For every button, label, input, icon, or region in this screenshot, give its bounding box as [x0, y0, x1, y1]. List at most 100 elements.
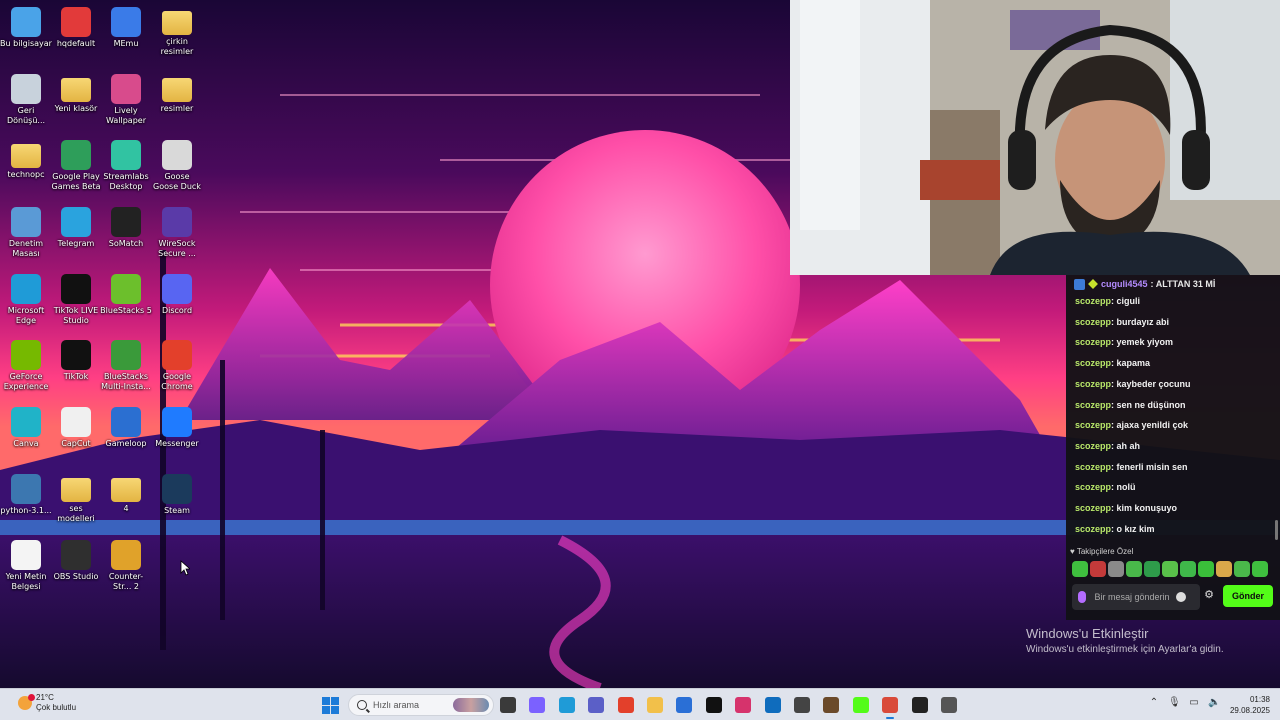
desktop-icon-technopc[interactable]: technopc	[0, 140, 52, 180]
edge-icon[interactable]	[558, 697, 575, 713]
chat-username[interactable]: cuguli4545	[1101, 279, 1148, 289]
outlook-icon[interactable]	[764, 697, 781, 713]
desktop-icon-geforce-experience[interactable]: GeForce Experience	[0, 340, 52, 392]
start-menu-button[interactable]	[322, 697, 339, 714]
desktop-icon-somatch[interactable]: SoMatch	[100, 207, 152, 249]
chat-username[interactable]: scozepp	[1075, 503, 1111, 513]
wiresock-icon	[162, 207, 192, 237]
desktop-icon-ses-modelleri[interactable]: ses modelleri	[50, 474, 102, 524]
chevron-up-icon[interactable]: ⌃	[1148, 697, 1160, 709]
moderator-badge-icon	[1074, 278, 1085, 290]
desktop-icon-capcut[interactable]: CapCut	[50, 407, 102, 449]
desktop-icon-geri-dönüşü[interactable]: Geri Dönüşü...	[0, 74, 52, 126]
desktop-icon-bluestacks-multi-insta[interactable]: BlueStacks Multi-Insta...	[100, 340, 152, 392]
chat-username[interactable]: scozepp	[1075, 296, 1111, 306]
chat-username[interactable]: scozepp	[1075, 337, 1111, 347]
desktop-icon-google-play-games-beta[interactable]: Google Play Games Beta	[50, 140, 102, 192]
desktop-icon-tiktok[interactable]: TikTok	[50, 340, 102, 382]
kick-icon[interactable]	[852, 697, 869, 713]
chat-username[interactable]: scozepp	[1075, 441, 1111, 451]
game-controller-icon[interactable]	[794, 697, 810, 713]
activate-windows-watermark: Windows'u Etkinleştir Windows'u etkinleş…	[1026, 626, 1224, 655]
emote-icon[interactable]	[1198, 561, 1214, 577]
weather-cloud-sun-icon	[18, 694, 35, 710]
network-icon[interactable]: ▭	[1188, 697, 1200, 709]
tiktok-icon[interactable]	[705, 697, 722, 713]
emote-icon[interactable]	[1252, 561, 1268, 577]
chat-username[interactable]: scozepp	[1075, 317, 1111, 327]
chrome-profile-icon[interactable]	[882, 697, 899, 719]
desktop-icon-yeni-metin-belgesi[interactable]: Yeni Metin Belgesi	[0, 540, 52, 592]
emote-icon[interactable]	[1162, 561, 1178, 577]
desktop-icon-canva[interactable]: Canva	[0, 407, 52, 449]
chat-text: : burdayız abi	[1111, 316, 1170, 327]
volume-icon[interactable]: 🔈	[1208, 697, 1220, 709]
desktop-icon-label: BlueStacks 5	[100, 306, 152, 315]
desktop-icon-steam[interactable]: Steam	[151, 474, 203, 516]
chat-settings-gear-icon[interactable]: ⚙	[1202, 588, 1216, 602]
copilot-icon[interactable]	[529, 697, 546, 713]
teams-icon[interactable]	[588, 697, 605, 713]
microphone-tray-icon[interactable]: 🎙	[1168, 697, 1181, 709]
desktop-icon-denetim-masası[interactable]: Denetim Masası	[0, 207, 52, 259]
desktop-icon-memu[interactable]: MEmu	[100, 7, 152, 49]
desktop-icon-telegram[interactable]: Telegram	[50, 207, 102, 249]
chat-username[interactable]: scozepp	[1075, 420, 1111, 430]
lively-wallpaper-icon	[111, 74, 141, 104]
desktop-icon-bluestacks-5[interactable]: BlueStacks 5	[100, 274, 152, 316]
emote-icon[interactable]	[1180, 561, 1196, 577]
emoji-picker-icon[interactable]	[1176, 592, 1186, 602]
desktop-icon-4[interactable]: 4	[100, 474, 152, 514]
desktop-icon-label: 4	[123, 504, 129, 513]
chrome-icon[interactable]	[617, 697, 634, 713]
chat-username[interactable]: scozepp	[1075, 379, 1111, 389]
chat-text: : ah ah	[1111, 440, 1141, 451]
emote-icon[interactable]	[1090, 561, 1106, 577]
emote-icon[interactable]	[1108, 561, 1124, 577]
settings-icon[interactable]	[941, 697, 957, 713]
desktop-icon-bu-bilgisayar[interactable]: Bu bilgisayar	[0, 7, 52, 49]
desktop-icon-resimler[interactable]: resimler	[151, 74, 203, 114]
file-explorer-icon[interactable]	[647, 697, 663, 713]
taskbar-search-box[interactable]: Hızlı arama	[348, 694, 494, 716]
chat-text: : nolü	[1111, 482, 1136, 493]
emote-icon[interactable]	[1216, 561, 1232, 577]
microphone-icon[interactable]	[1078, 591, 1086, 603]
desktop-icon-microsoft-edge[interactable]: Microsoft Edge	[0, 274, 52, 326]
emote-icon[interactable]	[1126, 561, 1142, 577]
send-message-button[interactable]: Gönder	[1223, 585, 1273, 607]
terminal-icon[interactable]	[911, 697, 928, 713]
desktop-icon-discord[interactable]: Discord	[151, 274, 203, 316]
desktop-icon-tiktok-live-studio[interactable]: TikTok LIVE Studio	[50, 274, 102, 326]
desktop-icon-lively-wallpaper[interactable]: Lively Wallpaper	[100, 74, 152, 126]
desktop-icon-python-3-1[interactable]: python-3.1...	[0, 474, 52, 516]
instagram-icon[interactable]	[735, 697, 752, 713]
chat-username[interactable]: scozepp	[1075, 462, 1111, 472]
desktop-icon-messenger[interactable]: Messenger	[151, 407, 203, 449]
chat-message-input[interactable]: Bir mesaj gönderin	[1072, 584, 1200, 610]
minecraft-icon[interactable]	[823, 697, 840, 713]
desktop-icon-wiresock-secure[interactable]: WireSock Secure ...	[151, 207, 203, 259]
weather-widget[interactable]: 21°C Çok bulutlu	[18, 693, 76, 713]
desktop-icon-goose-goose-duck[interactable]: Goose Goose Duck	[151, 140, 203, 192]
desktop-icon-streamlabs-desktop[interactable]: Streamlabs Desktop	[100, 140, 152, 192]
desktop-icon-çirkin-resimler[interactable]: çirkin resimler	[151, 7, 203, 57]
desktop-icon-obs-studio[interactable]: OBS Studio	[50, 540, 102, 582]
taskbar-clock[interactable]: 01:38 29.08.2025	[1228, 694, 1270, 716]
chat-message: scozepp: o kız kim	[1075, 524, 1155, 534]
desktop-icon-hqdefault[interactable]: hqdefault	[50, 7, 102, 49]
task-view-icon[interactable]	[500, 697, 516, 713]
emote-icon[interactable]	[1144, 561, 1160, 577]
chat-username[interactable]: scozepp	[1075, 524, 1111, 534]
desktop-icon-counter-str-2[interactable]: Counter-Str... 2	[100, 540, 152, 592]
chat-username[interactable]: scozepp	[1075, 482, 1111, 492]
desktop-icon-yeni-klasör[interactable]: Yeni klasör	[50, 74, 102, 114]
chat-username[interactable]: scozepp	[1075, 358, 1111, 368]
desktop-icon-google-chrome[interactable]: Google Chrome	[151, 340, 203, 392]
emote-icon[interactable]	[1072, 561, 1088, 577]
desktop-icon-gameloop[interactable]: Gameloop	[100, 407, 152, 449]
microsoft-store-icon[interactable]	[676, 697, 693, 713]
chat-scrollbar[interactable]	[1275, 520, 1278, 540]
emote-icon[interactable]	[1234, 561, 1250, 577]
chat-username[interactable]: scozepp	[1075, 400, 1111, 410]
